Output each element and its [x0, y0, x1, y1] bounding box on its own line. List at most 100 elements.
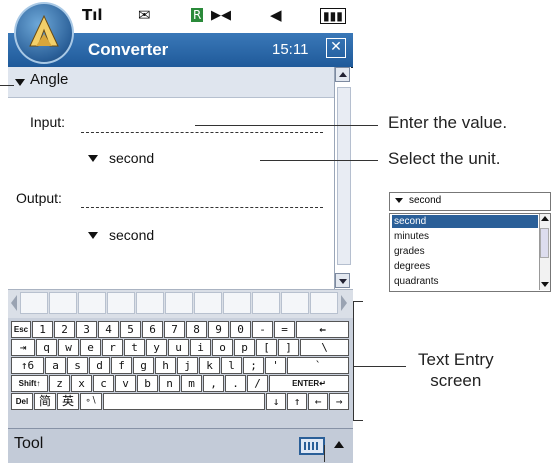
roaming-icon: R: [191, 8, 204, 22]
unit-option[interactable]: quadrants: [392, 275, 538, 288]
key-i[interactable]: i: [190, 339, 211, 356]
candidate-cell[interactable]: [136, 292, 164, 314]
candidate-cell[interactable]: [165, 292, 193, 314]
key-right-arrow[interactable]: →: [329, 393, 349, 410]
key-d[interactable]: d: [89, 357, 110, 374]
key-space[interactable]: [103, 393, 265, 410]
key-h[interactable]: h: [155, 357, 176, 374]
key-y[interactable]: y: [146, 339, 167, 356]
key-k[interactable]: k: [199, 357, 220, 374]
key-quote[interactable]: ': [265, 357, 286, 374]
candidate-cell[interactable]: [194, 292, 222, 314]
key-capslock[interactable]: ↑6: [11, 357, 44, 374]
category-label: Angle: [30, 71, 69, 88]
key-w[interactable]: w: [58, 339, 79, 356]
keyboard-toggle-icon[interactable]: [299, 437, 325, 455]
key-j[interactable]: j: [177, 357, 198, 374]
scroll-thumb[interactable]: [337, 87, 351, 265]
candidate-cell[interactable]: [252, 292, 280, 314]
key-backslash[interactable]: \: [300, 339, 349, 356]
key-tab[interactable]: ⇥: [11, 339, 35, 356]
key-o[interactable]: o: [212, 339, 233, 356]
key-backtick[interactable]: `: [287, 357, 349, 374]
candidate-cell[interactable]: [310, 292, 338, 314]
key-m[interactable]: m: [181, 375, 202, 392]
key-symbols[interactable]: ∘∖: [80, 393, 102, 410]
key-q[interactable]: q: [36, 339, 57, 356]
tool-menu-button[interactable]: Tool: [14, 435, 43, 453]
key-slash[interactable]: /: [247, 375, 268, 392]
key-4[interactable]: 4: [98, 321, 119, 338]
unit-option[interactable]: grades: [392, 245, 538, 258]
key-shift[interactable]: Shift↑: [11, 375, 48, 392]
output-label: Output:: [16, 190, 62, 206]
key-l[interactable]: l: [221, 357, 242, 374]
key-enter[interactable]: ENTER↵: [269, 375, 349, 392]
key-z[interactable]: z: [49, 375, 70, 392]
key-p[interactable]: p: [234, 339, 255, 356]
key-u[interactable]: u: [168, 339, 189, 356]
callout-line: [324, 445, 325, 462]
key-0[interactable]: 0: [230, 321, 251, 338]
key-e[interactable]: e: [80, 339, 101, 356]
chevron-up-icon[interactable]: [334, 441, 344, 448]
key-simplified-chinese[interactable]: 简: [34, 393, 56, 410]
key-lbracket[interactable]: [: [256, 339, 277, 356]
key-1[interactable]: 1: [32, 321, 53, 338]
key-delete[interactable]: Del: [11, 393, 33, 410]
candidate-cell[interactable]: [20, 292, 48, 314]
output-unit-selector[interactable]: second: [109, 227, 154, 243]
key-english[interactable]: 英: [57, 393, 79, 410]
key-equals[interactable]: =: [274, 321, 295, 338]
scroll-up-button[interactable]: [335, 67, 350, 82]
candidate-cell[interactable]: [49, 292, 77, 314]
key-f[interactable]: f: [111, 357, 132, 374]
candidate-cell[interactable]: [107, 292, 135, 314]
key-8[interactable]: 8: [186, 321, 207, 338]
key-b[interactable]: b: [137, 375, 158, 392]
key-backspace[interactable]: ←: [296, 321, 349, 338]
key-minus[interactable]: -: [252, 321, 273, 338]
input-field[interactable]: [81, 132, 323, 133]
unit-option[interactable]: second: [392, 215, 538, 228]
key-n[interactable]: n: [159, 375, 180, 392]
candidate-cell[interactable]: [78, 292, 106, 314]
app-logo-icon[interactable]: [14, 2, 74, 64]
candidate-cell[interactable]: [223, 292, 251, 314]
key-left-arrow[interactable]: ←: [308, 393, 328, 410]
phone-screen: Tıl ✉ R ▶◀ ◀ ▮▮▮ Converter 15:11 ✕ Angle…: [8, 0, 353, 463]
key-rbracket[interactable]: ]: [278, 339, 299, 356]
key-2[interactable]: 2: [54, 321, 75, 338]
vertical-scrollbar[interactable]: [334, 67, 351, 289]
input-unit-selector[interactable]: second: [109, 150, 154, 166]
key-t[interactable]: t: [124, 339, 145, 356]
unit-option[interactable]: minutes: [392, 230, 538, 243]
dropdown-scrollbar[interactable]: [539, 214, 550, 290]
key-c[interactable]: c: [93, 375, 114, 392]
candidate-cell[interactable]: [281, 292, 309, 314]
unit-option[interactable]: degrees: [392, 260, 538, 273]
key-comma[interactable]: ,: [203, 375, 224, 392]
key-v[interactable]: v: [115, 375, 136, 392]
key-9[interactable]: 9: [208, 321, 229, 338]
key-a[interactable]: a: [45, 357, 66, 374]
key-r[interactable]: r: [102, 339, 123, 356]
key-x[interactable]: x: [71, 375, 92, 392]
unit-dropdown-header[interactable]: second: [389, 192, 551, 211]
key-s[interactable]: s: [67, 357, 88, 374]
scroll-left-icon[interactable]: [11, 295, 17, 311]
key-esc[interactable]: Esc: [11, 321, 31, 338]
key-period[interactable]: .: [225, 375, 246, 392]
scroll-down-button[interactable]: [335, 273, 350, 288]
key-down-arrow[interactable]: ↓: [266, 393, 286, 410]
key-3[interactable]: 3: [76, 321, 97, 338]
key-6[interactable]: 6: [142, 321, 163, 338]
close-button[interactable]: ✕: [326, 38, 346, 58]
key-7[interactable]: 7: [164, 321, 185, 338]
key-semicolon[interactable]: ;: [243, 357, 264, 374]
key-5[interactable]: 5: [120, 321, 141, 338]
key-up-arrow[interactable]: ↑: [287, 393, 307, 410]
key-g[interactable]: g: [133, 357, 154, 374]
scroll-right-icon[interactable]: [341, 295, 347, 311]
chevron-down-icon: [15, 79, 25, 86]
